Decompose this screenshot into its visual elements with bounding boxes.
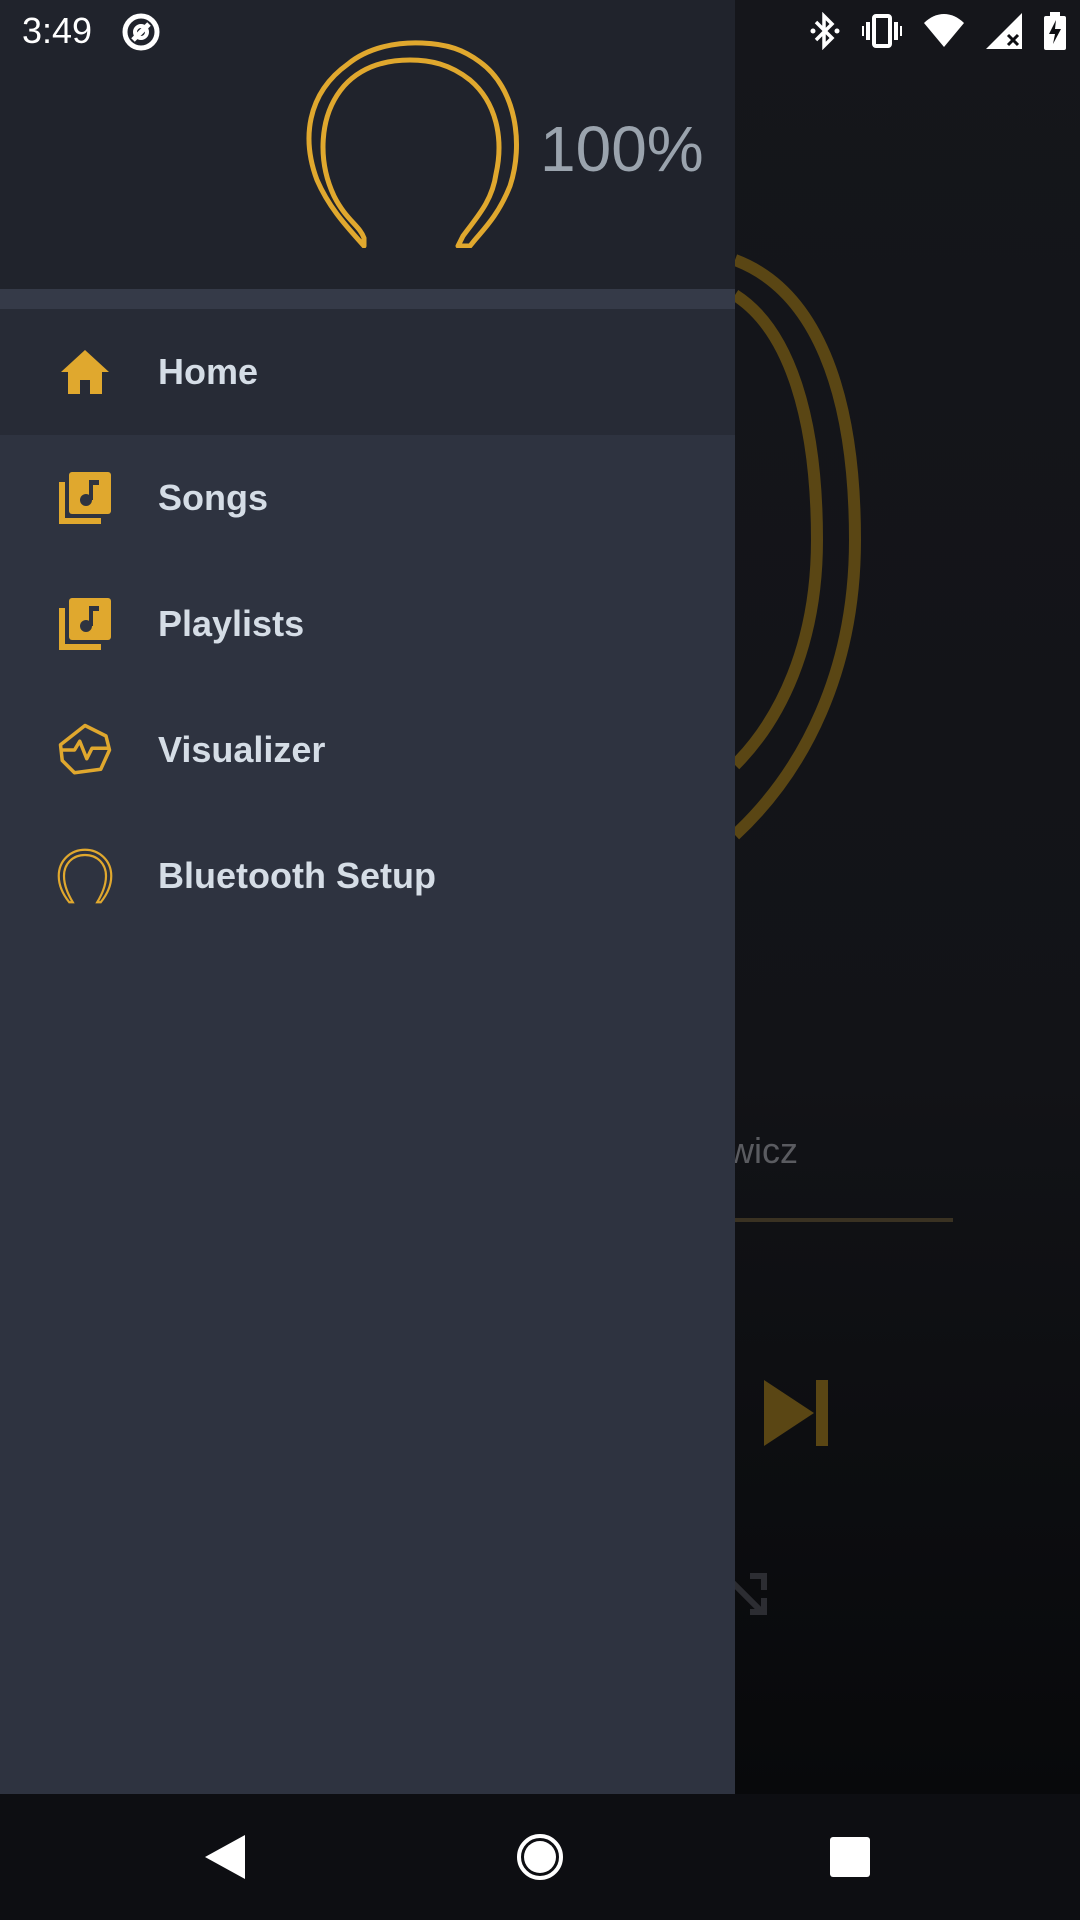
- divider: [0, 289, 735, 309]
- recents-icon: [830, 1837, 870, 1877]
- status-time: 3:49: [22, 10, 93, 51]
- menu-item-playlists[interactable]: Playlists: [0, 561, 735, 687]
- status-bar: 3:49: [0, 0, 1080, 63]
- recents-button[interactable]: [790, 1794, 910, 1920]
- menu-item-label: Playlists: [158, 603, 305, 644]
- home-circle-icon: [517, 1834, 563, 1880]
- navigation-drawer: 100% Home Songs Playlists Visualizer Blu…: [0, 0, 735, 1794]
- progress-bar: [735, 1218, 953, 1222]
- menu-item-label: Bluetooth Setup: [158, 855, 436, 896]
- battery-charging-icon: [1044, 12, 1066, 50]
- home-icon: [57, 344, 113, 400]
- headphone-icon: [57, 848, 113, 904]
- visualizer-icon: [57, 722, 113, 778]
- menu-item-label: Home: [158, 351, 259, 392]
- back-icon: [205, 1835, 245, 1879]
- vibrate-icon: [862, 14, 902, 48]
- menu-item-label: Visualizer: [158, 729, 326, 770]
- bluetooth-icon: [810, 12, 840, 50]
- menu-item-visualizer[interactable]: Visualizer: [0, 687, 735, 813]
- menu-item-home[interactable]: Home: [0, 309, 735, 435]
- headphone-device-icon: [306, 40, 519, 248]
- music-library-icon: [57, 596, 113, 652]
- home-button[interactable]: [480, 1794, 600, 1920]
- signal-icon: [986, 13, 1022, 49]
- wifi-icon: [924, 14, 964, 47]
- menu-item-label: Songs: [158, 477, 269, 518]
- back-button[interactable]: [165, 1794, 285, 1920]
- drawer-menu: Home Songs Playlists Visualizer Bluetoot…: [0, 309, 735, 939]
- shuffle-icon: [730, 1573, 767, 1615]
- app-notification-icon: [122, 13, 160, 51]
- artist-name: wicz: [728, 1130, 798, 1171]
- battery-percent: 100%: [540, 113, 704, 185]
- menu-item-songs[interactable]: Songs: [0, 435, 735, 561]
- music-library-icon: [57, 470, 113, 526]
- system-navigation-bar: [0, 1794, 1080, 1920]
- headphone-art-icon: [735, 254, 862, 840]
- skip-next-icon: [764, 1380, 828, 1446]
- menu-item-bluetooth-setup[interactable]: Bluetooth Setup: [0, 813, 735, 939]
